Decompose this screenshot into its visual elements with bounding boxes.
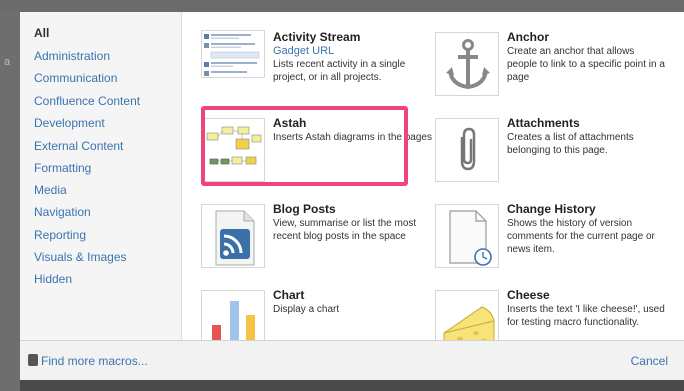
- macro-description: Lists recent activity in a single projec…: [273, 59, 406, 83]
- backdrop-left: a: [0, 12, 20, 391]
- category-visuals-images[interactable]: Visuals & Images: [34, 250, 127, 264]
- macro-card-cheese[interactable]: Cheese Inserts the text 'I like cheese!'…: [435, 288, 665, 340]
- find-more-label: Find more macros...: [41, 354, 148, 368]
- macro-title: Attachments: [507, 116, 580, 130]
- macro-card-blog-posts[interactable]: Blog Posts View, summarise or list the m…: [201, 202, 431, 274]
- selection-highlight: [201, 106, 408, 186]
- macro-card-change-history[interactable]: Change History Shows the history of vers…: [435, 202, 665, 274]
- category-hidden[interactable]: Hidden: [34, 272, 72, 286]
- macro-title: Cheese: [507, 288, 550, 302]
- category-all[interactable]: All: [34, 26, 49, 40]
- category-navigation[interactable]: Navigation: [34, 205, 91, 219]
- macro-title: Anchor: [507, 30, 549, 44]
- macro-description: Display a chart: [273, 304, 340, 315]
- cheese-icon: [435, 290, 499, 340]
- cancel-button[interactable]: Cancel: [631, 354, 668, 368]
- bag-icon: [28, 354, 38, 366]
- category-reporting[interactable]: Reporting: [34, 228, 86, 242]
- dialog-footer: Find more macros... Cancel: [20, 340, 684, 380]
- macro-description: Inserts the text 'I like cheese!', used …: [507, 304, 665, 328]
- macro-card-anchor[interactable]: Anchor Create an anchor that allows peop…: [435, 30, 665, 102]
- rss-document-icon: [201, 204, 265, 268]
- category-external-content[interactable]: External Content: [34, 139, 123, 153]
- category-administration[interactable]: Administration: [34, 49, 110, 63]
- activity-stream-thumbnail: [201, 30, 265, 78]
- find-more-macros-link[interactable]: Find more macros...: [28, 354, 148, 368]
- macro-description: View, summarise or list the most recent …: [273, 218, 417, 242]
- backdrop-top: [0, 0, 684, 12]
- category-confluence-content[interactable]: Confluence Content: [34, 94, 140, 108]
- macro-card-attachments[interactable]: Attachments Creates a list of attachment…: [435, 116, 665, 188]
- gadget-url-link[interactable]: Gadget URL: [273, 45, 334, 57]
- category-communication[interactable]: Communication: [34, 71, 117, 85]
- macro-card-chart[interactable]: Chart Display a chart: [201, 288, 431, 340]
- category-development[interactable]: Development: [34, 116, 105, 130]
- bar-chart-icon: [201, 290, 265, 340]
- macro-title: Change History: [507, 202, 596, 216]
- macro-card-activity-stream[interactable]: Activity Stream Gadget URL Lists recent …: [201, 30, 431, 102]
- anchor-icon: [435, 32, 499, 96]
- macro-browser-dialog: All Administration Communication Conflue…: [20, 12, 684, 380]
- category-formatting[interactable]: Formatting: [34, 161, 91, 175]
- paperclip-icon: [435, 118, 499, 182]
- macro-description: Creates a list of attachments belonging …: [507, 132, 634, 156]
- macro-title: Activity Stream: [273, 30, 361, 44]
- macro-description: Create an anchor that allows people to l…: [507, 46, 665, 83]
- macro-title: Chart: [273, 288, 305, 302]
- macro-grid: Activity Stream Gadget URL Lists recent …: [183, 12, 684, 340]
- category-sidebar: All Administration Communication Conflue…: [20, 12, 182, 340]
- macro-description: Shows the history of version comments fo…: [507, 218, 655, 255]
- macro-title: Blog Posts: [273, 202, 336, 216]
- category-media[interactable]: Media: [34, 183, 67, 197]
- document-clock-icon: [435, 204, 499, 268]
